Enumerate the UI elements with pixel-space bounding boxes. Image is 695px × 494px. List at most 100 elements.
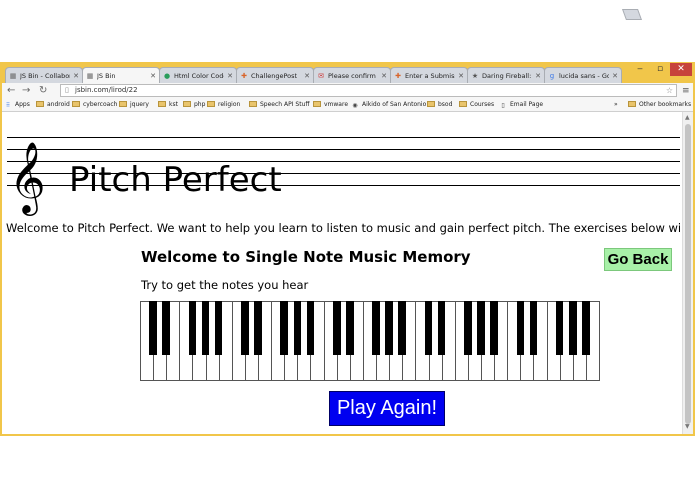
tab-title: Please confirm yo	[328, 72, 378, 80]
piano-black-key[interactable]	[346, 301, 354, 355]
piano-black-key[interactable]	[149, 301, 157, 355]
bookmark-label: bsod	[438, 101, 453, 108]
reload-icon[interactable]: ↻	[39, 84, 47, 98]
bookmark-label: jquery	[130, 101, 149, 108]
section-heading: Welcome to Single Note Music Memory	[141, 248, 471, 266]
piano-black-key[interactable]	[398, 301, 407, 355]
browser-tab[interactable]: ▦JS Bin - Collaborat✕	[5, 67, 83, 84]
folder-icon	[628, 101, 636, 107]
piano-black-key[interactable]	[516, 301, 525, 355]
browser-tab[interactable]: ✉ Please confirm yo✕	[313, 67, 391, 84]
staff-line	[7, 149, 680, 150]
play-again-button[interactable]: Play Again!	[329, 391, 445, 426]
browser-tab[interactable]: ✚ Enter a Submissio✕	[390, 67, 468, 84]
piano-black-key[interactable]	[464, 301, 472, 355]
tab-close-icon[interactable]: ✕	[227, 68, 233, 84]
piano-black-key[interactable]	[372, 301, 380, 355]
scroll-down-icon[interactable]: ▼	[685, 423, 690, 430]
piano-black-key[interactable]	[280, 301, 289, 355]
piano-black-key[interactable]	[162, 301, 171, 355]
scrollbar-thumb[interactable]	[685, 124, 691, 424]
bookmark-label: kst	[169, 101, 178, 108]
other-bookmarks[interactable]: Other bookmarks	[628, 100, 691, 110]
piano-black-key[interactable]	[332, 301, 341, 355]
piano-black-key[interactable]	[477, 301, 485, 355]
bookmark-item[interactable]: cybercoach	[72, 100, 117, 110]
tab-title: Html Color Codes	[174, 72, 224, 80]
bookmark-item[interactable]: vmware	[313, 100, 348, 110]
piano-black-key[interactable]	[424, 301, 433, 355]
piano-black-key[interactable]	[188, 301, 197, 355]
maximize-icon[interactable]: ▫	[650, 63, 670, 76]
piano-black-key[interactable]	[241, 301, 249, 355]
piano-black-key[interactable]	[254, 301, 262, 355]
tab-close-icon[interactable]: ✕	[150, 68, 156, 84]
minimize-icon[interactable]: ‒	[630, 63, 650, 76]
forward-icon[interactable]: →	[22, 84, 30, 98]
tab-close-icon[interactable]: ✕	[612, 68, 618, 84]
screen-bottom-margin	[0, 436, 695, 494]
piano-black-key[interactable]	[437, 301, 446, 355]
piano-black-key[interactable]	[582, 301, 590, 355]
tab-title: JS Bin - Collaborat	[20, 72, 70, 80]
tab-close-icon[interactable]: ✕	[304, 68, 310, 84]
jsbin-icon: ▦	[86, 72, 94, 80]
bookmark-label: Courses	[470, 101, 495, 108]
folder-icon	[158, 101, 166, 107]
piano-black-key[interactable]	[201, 301, 210, 355]
back-icon[interactable]: ←	[7, 84, 15, 98]
browser-tab[interactable]: ●Html Color Codes✕	[159, 67, 237, 84]
tab-title: Daring Fireball: M	[482, 72, 532, 80]
bookmark-item[interactable]: ◉ Aikido of San Antonio	[351, 100, 426, 110]
bookmark-item[interactable]: Speech API Stuff	[249, 100, 310, 110]
piano-black-key[interactable]	[555, 301, 564, 355]
bookmark-item[interactable]: android	[36, 100, 70, 110]
browser-tab[interactable]: ★Daring Fireball: M✕	[467, 67, 545, 84]
bookmark-item[interactable]: ⠿ Apps	[4, 100, 30, 110]
browser-tab[interactable]: g lucida sans - Goo✕	[544, 67, 622, 84]
bookmark-item[interactable]: kst	[158, 100, 178, 110]
bookmark-item[interactable]: php	[183, 100, 205, 110]
staff-line	[7, 137, 680, 138]
color-icon: ●	[163, 72, 171, 80]
go-back-button[interactable]: Go Back	[604, 248, 672, 271]
piano-black-key[interactable]	[306, 301, 315, 355]
bookmark-star-icon[interactable]: ☆	[666, 85, 673, 96]
browser-tab[interactable]: ✚ ChallengePost ✕	[236, 67, 314, 84]
bookmark-item[interactable]: jquery	[119, 100, 149, 110]
folder-icon	[313, 101, 321, 107]
piano-black-key[interactable]	[490, 301, 498, 355]
close-window-icon[interactable]: ✕	[670, 63, 692, 76]
tab-close-icon[interactable]: ✕	[458, 68, 464, 84]
page-content: 𝄞 Pitch Perfect Welcome to Pitch Perfect…	[2, 112, 682, 434]
tab-title: Enter a Submissio	[405, 72, 455, 80]
bookmark-label: Aikido of San Antonio	[362, 101, 427, 108]
bookmark-item[interactable]: religion	[207, 100, 240, 110]
vertical-scrollbar[interactable]: ▲ ▼	[682, 112, 693, 434]
piano-black-key[interactable]	[293, 301, 302, 355]
bookmark-item[interactable]: bsod	[427, 100, 452, 110]
address-bar[interactable]: ▯ jsbin.com/lirod/22 ☆	[60, 84, 677, 97]
instructions-text: Try to get the notes you hear	[141, 278, 309, 292]
tab-close-icon[interactable]: ✕	[381, 68, 387, 84]
piano-black-key[interactable]	[568, 301, 577, 355]
challengepost-icon: ✚	[241, 72, 247, 80]
bookmark-label: religion	[218, 101, 241, 108]
jsbin-icon: ▦	[9, 72, 17, 80]
bookmarks-overflow-icon[interactable]: »	[614, 100, 618, 110]
fireball-icon: ★	[471, 72, 479, 80]
bookmark-item[interactable]: ▯ Email Page	[499, 100, 543, 110]
piano-black-key[interactable]	[529, 301, 538, 355]
bookmark-label: Email Page	[510, 101, 544, 108]
menu-icon[interactable]: ≡	[682, 84, 690, 98]
tab-title: lucida sans - Goo	[559, 72, 609, 80]
bookmark-label: vmware	[324, 101, 349, 108]
music-staff: 𝄞 Pitch Perfect	[7, 137, 680, 212]
bookmark-item[interactable]: Courses	[459, 100, 494, 110]
tab-close-icon[interactable]: ✕	[535, 68, 541, 84]
piano-black-key[interactable]	[385, 301, 393, 355]
folder-icon	[119, 101, 127, 107]
scroll-up-icon[interactable]: ▲	[685, 114, 690, 121]
tab-close-icon[interactable]: ✕	[73, 68, 79, 84]
piano-black-key[interactable]	[214, 301, 223, 355]
